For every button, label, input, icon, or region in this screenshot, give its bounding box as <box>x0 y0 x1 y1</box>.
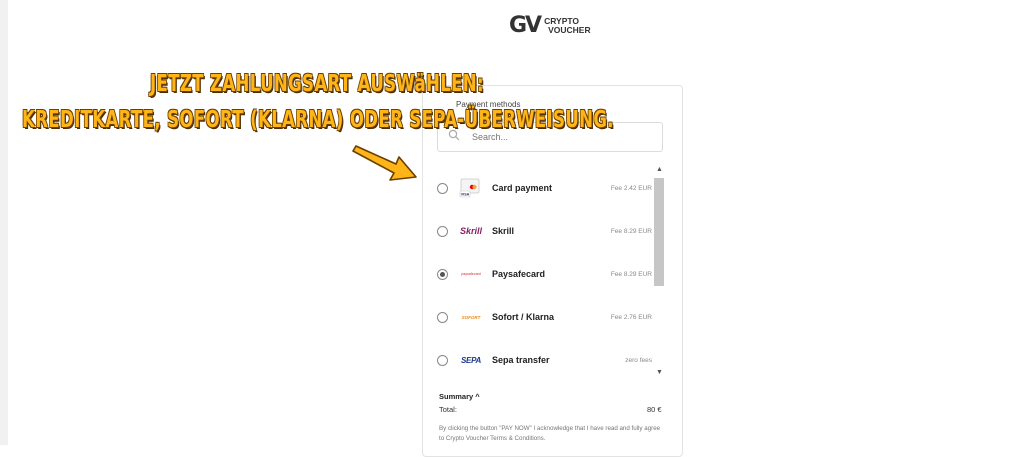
radio-sepa[interactable] <box>437 354 448 366</box>
arrow-icon <box>352 145 417 181</box>
method-label: Skrill <box>492 226 515 236</box>
scroll-down-icon[interactable]: ▼ <box>656 369 663 376</box>
radio-sofort[interactable] <box>437 311 448 323</box>
method-fee: Fee 2.76 EUR <box>610 313 652 321</box>
method-label: Sofort / Klarna <box>492 312 555 322</box>
total-value: 80 € <box>647 405 662 414</box>
card-icon: VISA <box>458 178 484 198</box>
brand-mark: GV <box>509 13 542 38</box>
page-edge <box>0 0 8 445</box>
method-fee: Fee 2.42 EUR <box>610 184 652 192</box>
radio-paysafecard[interactable] <box>437 268 448 280</box>
payment-methods-title: Payment methods <box>456 100 521 109</box>
paysafecard-logo: paysafecard <box>461 272 481 276</box>
method-fee: zero fees <box>625 356 652 364</box>
payment-method-sepa[interactable]: SEPA Sepa transfer zero fees <box>437 345 652 375</box>
payment-method-paysafecard[interactable]: paysafecard Paysafecard Fee 8.29 EUR <box>437 259 652 289</box>
scroll-up-icon[interactable]: ▲ <box>656 166 663 173</box>
method-fee: Fee 8.29 EUR <box>610 270 652 278</box>
sofort-logo: SOFORT <box>461 314 481 320</box>
payment-method-sofort[interactable]: SOFORT Sofort / Klarna Fee 2.76 EUR <box>437 302 652 332</box>
payment-method-skrill[interactable]: Skrill Skrill Fee 8.29 EUR <box>437 216 652 246</box>
total-label: Total: <box>439 405 457 414</box>
skrill-logo: Skrill <box>459 226 482 236</box>
method-fee: Fee 8.29 EUR <box>610 227 652 235</box>
brand-name-line2: VOUCHER <box>548 24 591 35</box>
brand-name: CRYPTO VOUCHER <box>544 16 591 35</box>
scrollbar-thumb[interactable] <box>654 178 664 286</box>
radio-skrill[interactable] <box>437 225 448 237</box>
method-label: Sepa transfer <box>492 355 550 365</box>
search-input[interactable] <box>470 131 654 143</box>
radio-card[interactable] <box>437 182 448 194</box>
search-box[interactable] <box>437 122 663 152</box>
payment-method-card[interactable]: VISA Card payment Fee 2.42 EUR <box>437 173 652 203</box>
sepa-logo: SEPA <box>461 355 481 365</box>
search-icon <box>448 128 460 146</box>
terms-agreement-text: By clicking the button "PAY NOW" I ackno… <box>439 425 661 442</box>
visa-text: VISA <box>461 193 470 197</box>
brand-logo[interactable]: GV CRYPTO VOUCHER <box>509 13 591 38</box>
method-list-scrollbar[interactable]: ▲ ▼ <box>654 166 664 380</box>
summary-toggle[interactable]: Summary ^ <box>439 392 480 401</box>
method-label: Card payment <box>492 183 553 193</box>
method-label: Paysafecard <box>492 269 546 279</box>
payment-panel: Payment methods VISA Card payment Fee 2.… <box>422 85 683 457</box>
